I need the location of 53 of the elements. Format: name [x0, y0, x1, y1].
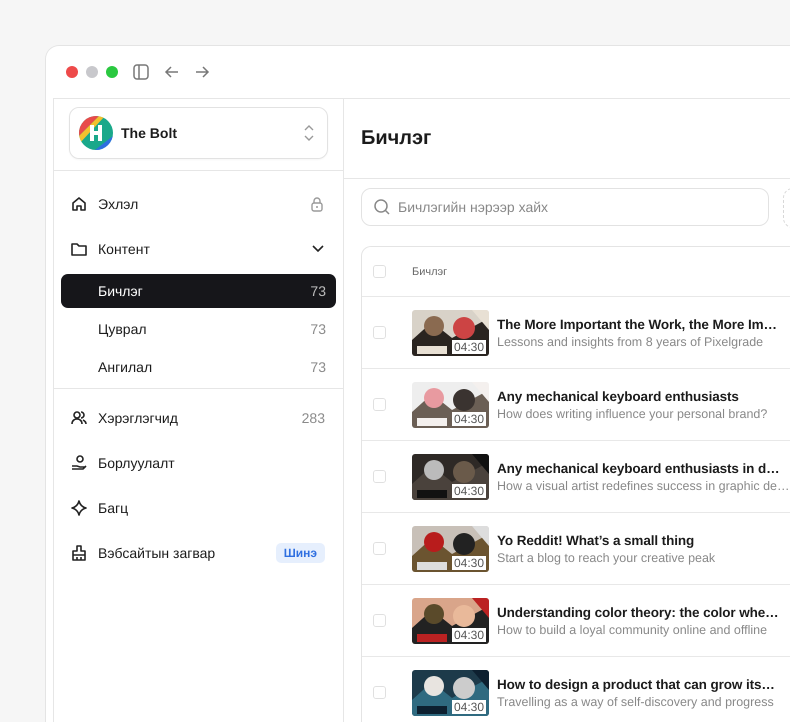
duration-label: 04:30 [452, 412, 486, 426]
forward-icon[interactable] [194, 65, 210, 79]
post-title[interactable]: Yo Reddit! What’s a small thing [497, 532, 716, 548]
post-title[interactable]: Understanding color theory: the color whe… [497, 604, 779, 620]
zoom-button[interactable] [106, 66, 118, 78]
post-title[interactable]: Any mechanical keyboard enthusiasts in d… [497, 460, 790, 476]
post-subtitle: How to build a loyal community online and offline [497, 622, 768, 636]
post-title[interactable]: The More Important the Work, the More Im… [497, 316, 777, 332]
nav-item[interactable]: Контент [61, 226, 336, 271]
workspace-logo [79, 116, 113, 150]
post-subtitle: Lessons and insights from 8 years of Pixelgrade [497, 334, 764, 348]
post-title[interactable]: Any mechanical keyboard enthusiasts [497, 388, 768, 404]
nav-item[interactable]: Борлуулалт [61, 440, 336, 485]
nav-subitem[interactable]: Цуврал 73 [61, 312, 336, 346]
row-checkbox[interactable] [373, 470, 386, 483]
row-checkbox[interactable] [373, 398, 386, 411]
duration-label: 04:30 [452, 628, 486, 642]
duration-label: 04:30 [452, 556, 486, 570]
search-icon [373, 198, 391, 216]
page-title: Бичлэг [361, 127, 432, 150]
post-subtitle: How does writing influence your personal brand? [497, 406, 768, 420]
row-checkbox[interactable] [373, 686, 386, 699]
sidebar-toggle-icon[interactable] [132, 63, 150, 81]
workspace-switcher[interactable]: The Bolt [69, 107, 328, 159]
nav-item[interactable]: Вэбсайтын загвар Шинэ [61, 530, 336, 575]
nav-item[interactable]: Багц [61, 485, 336, 530]
row-checkbox[interactable] [373, 542, 386, 555]
back-icon[interactable] [164, 65, 180, 79]
sparkle-icon [70, 498, 88, 516]
select-all-checkbox[interactable] [373, 265, 386, 278]
duration-label: 04:30 [452, 484, 486, 498]
post-subtitle: Start a blog to reach your creative peak [497, 550, 716, 564]
post-subtitle: Travelling as a way of self-discovery and progress [497, 694, 775, 708]
minimize-button[interactable] [86, 66, 98, 78]
duration-label: 04:30 [452, 340, 486, 354]
paint-brush-icon [70, 544, 88, 562]
nav-subitem[interactable]: Ангилал 73 [61, 350, 336, 384]
nav-item[interactable]: Эхлэл [61, 181, 336, 226]
post-title[interactable]: How to design a product that can grow its… [497, 676, 775, 692]
column-header: Бичлэг [412, 266, 448, 278]
post-subtitle: How a visual artist redefines success in graphic de… [497, 478, 790, 492]
nav-subitem[interactable]: Бичлэг 73 [61, 274, 336, 308]
row-checkbox[interactable] [373, 614, 386, 627]
hand-coins-icon [70, 454, 88, 472]
duration-label: 04:30 [452, 700, 486, 714]
users-icon [70, 408, 88, 426]
close-button[interactable] [66, 66, 78, 78]
search-field[interactable]: Бичлэгийн нэрээр хайх [361, 188, 769, 226]
row-checkbox[interactable] [373, 326, 386, 339]
new-badge: Шинэ [276, 542, 325, 562]
chevron-updown-icon [303, 124, 315, 142]
nav-item[interactable]: Хэрэглэгчид 283 [61, 395, 336, 440]
home-icon [70, 194, 88, 212]
